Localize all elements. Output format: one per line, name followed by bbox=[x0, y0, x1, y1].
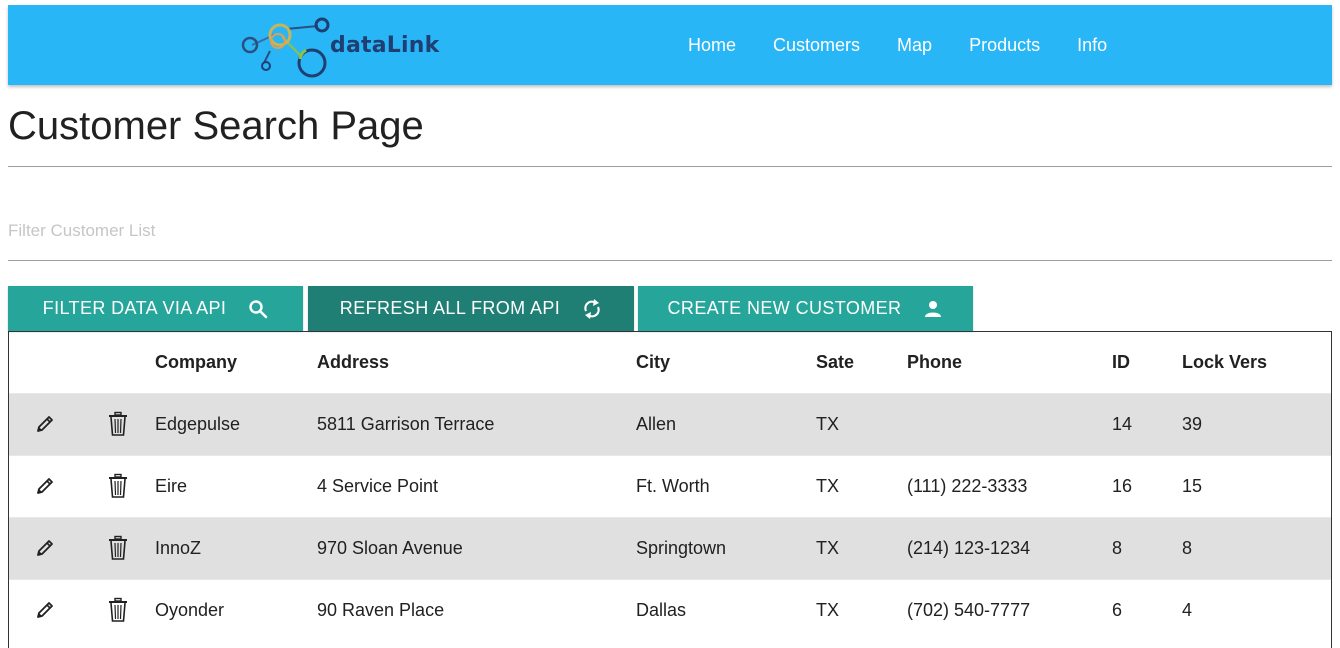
column-header-address[interactable]: Address bbox=[317, 332, 636, 393]
column-header-id[interactable]: ID bbox=[1112, 332, 1182, 393]
nav-links: Home Customers Map Products Info bbox=[688, 5, 1144, 85]
title-divider bbox=[8, 166, 1332, 167]
table-header-row: Company Address City Sate Phone ID Lock … bbox=[9, 332, 1331, 393]
cell-state: TX bbox=[816, 392, 907, 455]
column-header-state[interactable]: Sate bbox=[816, 332, 907, 393]
nav-link-map[interactable]: Map bbox=[897, 35, 932, 56]
cell-address: 970 Sloan Avenue bbox=[317, 516, 636, 579]
edit-button[interactable] bbox=[9, 578, 81, 641]
cell-company: Edgepulse bbox=[155, 392, 317, 455]
column-header-company[interactable]: Company bbox=[155, 332, 317, 393]
edit-button[interactable] bbox=[9, 454, 81, 517]
refresh-all-label: REFRESH ALL FROM API bbox=[339, 298, 561, 318]
cell-phone: (111) 222-3333 bbox=[907, 454, 1112, 517]
cell-address: 5811 Garrison Terrace bbox=[317, 392, 636, 455]
nav-link-customers[interactable]: Customers bbox=[773, 35, 860, 56]
cell-city: Dallas bbox=[636, 578, 816, 641]
pencil-icon[interactable] bbox=[34, 537, 56, 557]
cell-phone: (702) 540-7777 bbox=[907, 578, 1112, 641]
logo-text: dataLink bbox=[330, 33, 440, 58]
cell-state: TX bbox=[816, 454, 907, 517]
cell-company: InnoZ bbox=[155, 516, 317, 579]
cell-lock-version: 8 bbox=[1182, 516, 1331, 579]
edit-button[interactable] bbox=[9, 516, 81, 579]
filter-data-label: FILTER DATA VIA API bbox=[42, 298, 227, 318]
delete-button[interactable] bbox=[81, 516, 155, 579]
cell-address: 90 Raven Place bbox=[317, 578, 636, 641]
pencil-icon[interactable] bbox=[34, 599, 56, 619]
column-header-delete bbox=[81, 332, 155, 393]
nav-link-products[interactable]: Products bbox=[969, 35, 1040, 56]
cell-lock-version: 39 bbox=[1182, 392, 1331, 455]
datalink-logo[interactable]: dataLink bbox=[234, 13, 439, 81]
cell-lock-version: 4 bbox=[1182, 578, 1331, 641]
table-row: InnoZ 970 Sloan Avenue Springtown TX (214) 1… bbox=[9, 516, 1331, 579]
cell-state: TX bbox=[816, 516, 907, 579]
cell-city: Ft. Worth bbox=[636, 454, 816, 517]
edit-button[interactable] bbox=[9, 392, 81, 455]
person-icon bbox=[923, 299, 943, 319]
pencil-icon[interactable] bbox=[34, 475, 56, 495]
search-icon bbox=[248, 299, 268, 319]
table-row: Eire 4 Service Point Ft. Worth TX (111) 222-… bbox=[9, 454, 1331, 517]
nav-link-info[interactable]: Info bbox=[1077, 35, 1107, 56]
table-row: Edgepulse 5811 Garrison Terrace Allen TX 14 3… bbox=[9, 392, 1331, 455]
cell-address: 4 Service Point bbox=[317, 454, 636, 517]
filter-data-button[interactable]: FILTER DATA VIA API bbox=[8, 286, 303, 331]
logo-graphic-icon bbox=[241, 17, 330, 78]
column-header-lock-version[interactable]: Lock Vers bbox=[1182, 332, 1331, 393]
refresh-all-button[interactable]: REFRESH ALL FROM API bbox=[308, 286, 634, 331]
cell-company: Oyonder bbox=[155, 578, 317, 641]
create-customer-label: CREATE NEW CUSTOMER bbox=[667, 298, 902, 318]
trash-icon[interactable] bbox=[107, 535, 129, 560]
column-header-edit bbox=[9, 332, 81, 393]
cell-phone bbox=[907, 392, 1112, 455]
delete-button[interactable] bbox=[81, 578, 155, 641]
cell-city: Springtown bbox=[636, 516, 816, 579]
column-header-city[interactable]: City bbox=[636, 332, 816, 393]
cell-id: 8 bbox=[1112, 516, 1182, 579]
filter-customer-input[interactable] bbox=[8, 216, 1332, 261]
cell-phone: (214) 123-1234 bbox=[907, 516, 1112, 579]
trash-icon[interactable] bbox=[107, 473, 129, 498]
customer-table: Company Address City Sate Phone ID Lock … bbox=[8, 331, 1332, 648]
create-customer-button[interactable]: CREATE NEW CUSTOMER bbox=[638, 286, 973, 331]
delete-button[interactable] bbox=[81, 392, 155, 455]
table-row: Oyonder 90 Raven Place Dallas TX (702) 540-7… bbox=[9, 578, 1331, 641]
navbar: dataLink Home Customers Map Products Inf… bbox=[8, 5, 1332, 85]
column-header-phone[interactable]: Phone bbox=[907, 332, 1112, 393]
cell-city: Allen bbox=[636, 392, 816, 455]
cell-id: 16 bbox=[1112, 454, 1182, 517]
page-title: Customer Search Page bbox=[8, 104, 424, 148]
cell-lock-version: 15 bbox=[1182, 454, 1331, 517]
cell-id: 6 bbox=[1112, 578, 1182, 641]
nav-link-home[interactable]: Home bbox=[688, 35, 736, 56]
cell-id: 14 bbox=[1112, 392, 1182, 455]
cell-state: TX bbox=[816, 578, 907, 641]
trash-icon[interactable] bbox=[107, 411, 129, 436]
cell-company: Eire bbox=[155, 454, 317, 517]
trash-icon[interactable] bbox=[107, 598, 129, 623]
refresh-icon bbox=[582, 298, 602, 320]
delete-button[interactable] bbox=[81, 454, 155, 517]
pencil-icon[interactable] bbox=[34, 413, 56, 433]
